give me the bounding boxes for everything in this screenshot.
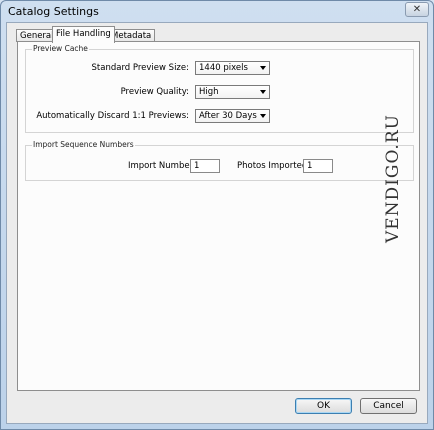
discard-previews-value: After 30 Days bbox=[199, 111, 257, 121]
preview-cache-group: Preview Cache Standard Preview Size: 144… bbox=[25, 44, 414, 133]
photos-imported-field[interactable]: 1 bbox=[303, 159, 333, 173]
close-button[interactable]: ✕ bbox=[405, 2, 429, 17]
close-icon: ✕ bbox=[412, 3, 422, 15]
title-bar[interactable]: Catalog Settings ✕ bbox=[1, 1, 433, 23]
preview-quality-select[interactable]: High bbox=[195, 85, 270, 99]
dialog-body: General File Handling Metadata Preview C… bbox=[6, 22, 428, 424]
photos-imported-label: Photos Imported: bbox=[237, 161, 311, 171]
catalog-settings-dialog: Catalog Settings ✕ General File Handling… bbox=[0, 0, 434, 430]
import-number-value: 1 bbox=[194, 161, 200, 171]
import-number-field[interactable]: 1 bbox=[190, 159, 220, 173]
preview-quality-value: High bbox=[199, 87, 219, 97]
standard-preview-size-value: 1440 pixels bbox=[199, 63, 248, 73]
chevron-down-icon bbox=[260, 66, 266, 70]
watermark-text: VENDIGO.RU bbox=[383, 114, 403, 243]
import-sequence-title: Import Sequence Numbers bbox=[32, 140, 135, 149]
ok-button-label: OK bbox=[317, 401, 330, 411]
standard-preview-size-select[interactable]: 1440 pixels bbox=[195, 61, 270, 75]
tab-metadata-label: Metadata bbox=[111, 31, 152, 41]
tab-general-label: General bbox=[20, 31, 54, 41]
ok-button[interactable]: OK bbox=[295, 398, 352, 414]
chevron-down-icon bbox=[260, 114, 266, 118]
window-title: Catalog Settings bbox=[8, 5, 99, 18]
standard-preview-size-label: Standard Preview Size: bbox=[91, 63, 189, 73]
import-sequence-group: Import Sequence Numbers Import Number: 1… bbox=[25, 140, 414, 181]
cancel-button-label: Cancel bbox=[373, 401, 404, 411]
preview-quality-label: Preview Quality: bbox=[120, 87, 189, 97]
photos-imported-value: 1 bbox=[307, 161, 313, 171]
file-handling-panel: Preview Cache Standard Preview Size: 144… bbox=[17, 41, 420, 391]
tab-file-handling-label: File Handling bbox=[56, 29, 111, 39]
chevron-down-icon bbox=[260, 90, 266, 94]
tab-file-handling[interactable]: File Handling bbox=[52, 26, 115, 43]
discard-previews-label: Automatically Discard 1:1 Previews: bbox=[36, 111, 189, 121]
cancel-button[interactable]: Cancel bbox=[360, 398, 417, 414]
discard-previews-select[interactable]: After 30 Days bbox=[195, 109, 270, 123]
preview-cache-title: Preview Cache bbox=[32, 44, 89, 53]
import-number-label: Import Number: bbox=[128, 161, 196, 171]
